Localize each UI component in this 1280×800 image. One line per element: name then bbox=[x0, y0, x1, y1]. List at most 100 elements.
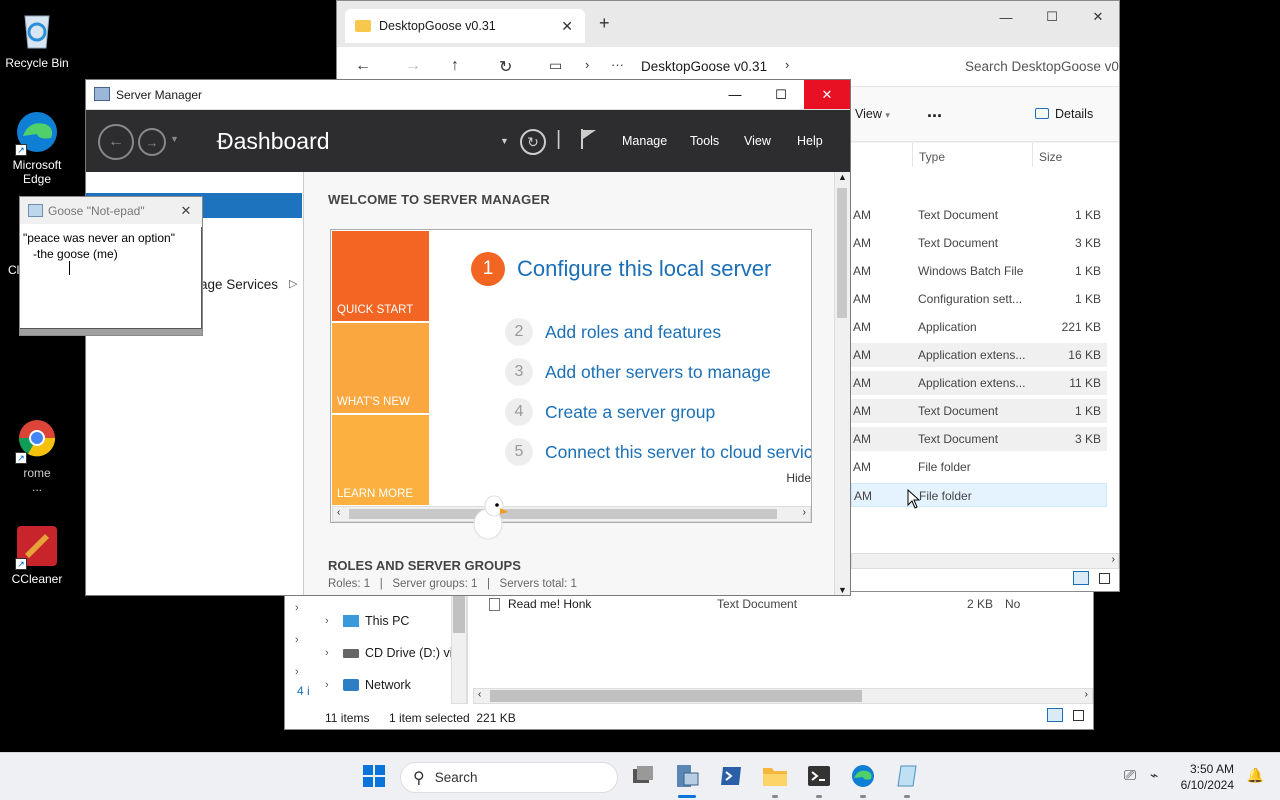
close-button[interactable]: ✕ bbox=[1075, 1, 1121, 33]
tile-learn-more[interactable]: LEARN MORE bbox=[332, 415, 429, 505]
scroll-down-icon[interactable]: ▼ bbox=[838, 585, 847, 595]
file-type: Application bbox=[918, 320, 977, 334]
file-row[interactable]: AM Application extens... 11 KB bbox=[851, 371, 1107, 395]
step-add-servers[interactable]: 3 Add other servers to manage bbox=[505, 358, 771, 386]
back-icon[interactable]: ← bbox=[98, 124, 134, 160]
step-create-group[interactable]: 4 Create a server group bbox=[505, 398, 715, 426]
forward-icon[interactable]: → bbox=[405, 57, 421, 75]
address-path[interactable]: DesktopGoose v0.31 bbox=[641, 59, 767, 74]
file-row[interactable]: AM Text Document 3 KB bbox=[851, 231, 1107, 255]
nav-item-network[interactable]: › Network bbox=[325, 678, 411, 692]
desktop-icon-ccleaner[interactable]: ↗ CCleaner bbox=[2, 524, 72, 586]
file-horizontal-scrollbar[interactable]: ‹ › bbox=[473, 688, 1093, 704]
col-size-header[interactable]: Size bbox=[1039, 150, 1062, 164]
step-connect-cloud[interactable]: 5 Connect this server to cloud servic bbox=[505, 438, 811, 466]
tiles-view-icon[interactable] bbox=[1073, 710, 1084, 721]
refresh-icon[interactable]: ↻ bbox=[520, 129, 546, 155]
refresh-icon[interactable]: ↻ bbox=[499, 57, 512, 77]
taskbar-clock[interactable]: 3:50 AM 6/10/2024 bbox=[1181, 761, 1234, 793]
running-indicator bbox=[816, 795, 822, 798]
minimize-button[interactable]: — bbox=[983, 1, 1029, 33]
scroll-up-icon[interactable]: ▲ bbox=[838, 172, 847, 182]
file-row[interactable]: AM Application extens... 16 KB bbox=[851, 343, 1107, 367]
monitor-icon[interactable]: ▭ bbox=[549, 57, 562, 74]
nav-vertical-scrollbar[interactable] bbox=[451, 592, 467, 704]
scroll-right-icon[interactable]: › bbox=[1112, 554, 1115, 565]
dropdown-icon[interactable]: ▼ bbox=[500, 136, 509, 146]
more-options-button[interactable]: ... bbox=[927, 101, 942, 122]
minimize-button[interactable]: — bbox=[712, 80, 758, 109]
back-icon[interactable]: ← bbox=[355, 57, 371, 75]
step-configure[interactable]: 1 Configure this local server bbox=[471, 252, 771, 286]
file-row[interactable]: AM Application 221 KB bbox=[851, 315, 1107, 339]
notepad-text-area[interactable]: "peace was never an option" -the goose (… bbox=[20, 227, 202, 329]
file-row[interactable]: AM Text Document 1 KB bbox=[851, 203, 1107, 227]
notification-icon[interactable]: ⎚ bbox=[1124, 767, 1136, 784]
file-explorer-taskbar-icon[interactable] bbox=[762, 763, 788, 789]
notepad-taskbar-icon[interactable] bbox=[894, 763, 920, 789]
explorer-tab[interactable]: DesktopGoose v0.31 ✕ bbox=[345, 9, 585, 43]
nav-scroll-thumb[interactable] bbox=[453, 593, 465, 633]
notifications-flag-icon[interactable] bbox=[580, 127, 598, 154]
details-view-icon[interactable] bbox=[1047, 708, 1063, 722]
menu-manage[interactable]: Manage bbox=[622, 134, 667, 148]
step-add-roles[interactable]: 2 Add roles and features bbox=[505, 318, 721, 346]
quick-start-hscrollbar[interactable]: ‹ › bbox=[332, 506, 811, 522]
dashboard-vertical-scrollbar[interactable]: ▲ ▼ bbox=[834, 172, 850, 595]
menu-view[interactable]: View bbox=[744, 134, 771, 148]
close-button[interactable]: ✕ bbox=[804, 80, 850, 109]
tiles-view-icon[interactable] bbox=[1099, 573, 1110, 584]
notification-bell-icon[interactable]: 🔔 bbox=[1247, 767, 1264, 784]
maximize-button[interactable]: ☐ bbox=[758, 80, 804, 109]
file-row[interactable]: AM Configuration sett... 1 KB bbox=[851, 287, 1107, 311]
desktop-icon-recycle-bin[interactable]: Recycle Bin bbox=[2, 8, 72, 70]
history-dropdown-icon[interactable]: ▼ bbox=[170, 134, 179, 144]
col-type-header[interactable]: Type bbox=[919, 150, 945, 164]
file-row[interactable]: AM File folder bbox=[851, 483, 1107, 507]
menu-tools[interactable]: Tools bbox=[690, 134, 719, 148]
nav-item-cd-drive[interactable]: › CD Drive (D:) vir bbox=[325, 646, 457, 660]
forward-icon[interactable]: → bbox=[138, 128, 166, 156]
up-icon[interactable]: ↑ bbox=[451, 57, 459, 75]
search-input[interactable]: Search DesktopGoose v0 bbox=[965, 59, 1121, 74]
file-row[interactable]: AM Text Document 1 KB bbox=[851, 399, 1107, 423]
details-button[interactable]: Details bbox=[1035, 107, 1093, 121]
terminal-icon[interactable] bbox=[806, 763, 832, 789]
scroll-left-icon[interactable]: ‹ bbox=[337, 507, 340, 518]
tile-whats-new[interactable]: WHAT'S NEW bbox=[332, 323, 429, 413]
hide-link[interactable]: Hide bbox=[786, 471, 811, 485]
powershell-icon[interactable] bbox=[718, 763, 744, 789]
edge-taskbar-icon[interactable] bbox=[850, 763, 876, 789]
scroll-left-icon[interactable]: ‹ bbox=[478, 689, 481, 700]
scroll-thumb[interactable] bbox=[490, 690, 862, 702]
task-view-icon[interactable] bbox=[630, 763, 656, 789]
network-status-icon[interactable]: ⌁ bbox=[1150, 767, 1158, 784]
desktop-icon-edge[interactable]: ↗ Microsoft Edge bbox=[2, 110, 72, 186]
nav-item-this-pc[interactable]: › This PC bbox=[325, 614, 409, 628]
server-manager-taskbar-icon[interactable] bbox=[674, 763, 700, 789]
view-menu-button[interactable]: View ▾ bbox=[855, 107, 890, 121]
nav-item-services[interactable]: age Services bbox=[200, 277, 278, 292]
maximize-button[interactable]: ☐ bbox=[1029, 1, 1075, 33]
new-tab-button[interactable]: + bbox=[599, 13, 610, 34]
details-view-icon[interactable] bbox=[1073, 571, 1089, 585]
file-type: Windows Batch File bbox=[918, 264, 1024, 278]
desktop-goose-sprite[interactable] bbox=[470, 492, 510, 542]
menu-help[interactable]: Help bbox=[797, 134, 823, 148]
start-button[interactable] bbox=[361, 763, 387, 789]
file-row[interactable]: AM Text Document 3 KB bbox=[851, 427, 1107, 451]
scroll-thumb[interactable] bbox=[837, 188, 847, 318]
file-row-readme[interactable]: Read me! Honk bbox=[489, 597, 591, 611]
taskbar-search[interactable]: ⚲ Search bbox=[400, 762, 618, 793]
scroll-thumb[interactable] bbox=[349, 509, 777, 519]
desktop-icon-chrome[interactable]: ↗ rome ... bbox=[2, 418, 72, 494]
file-row[interactable]: AM Windows Batch File 1 KB bbox=[851, 259, 1107, 283]
horizontal-scrollbar[interactable]: › bbox=[851, 553, 1119, 569]
file-row[interactable]: AM File folder bbox=[851, 455, 1107, 479]
scroll-right-icon[interactable]: › bbox=[803, 507, 806, 518]
close-tab-icon[interactable]: ✕ bbox=[561, 18, 573, 35]
scroll-right-icon[interactable]: › bbox=[1085, 689, 1088, 700]
close-button[interactable]: ✕ bbox=[170, 197, 202, 224]
more-path-icon[interactable]: ··· bbox=[611, 57, 624, 72]
tile-quick-start[interactable]: QUICK START bbox=[332, 231, 429, 321]
